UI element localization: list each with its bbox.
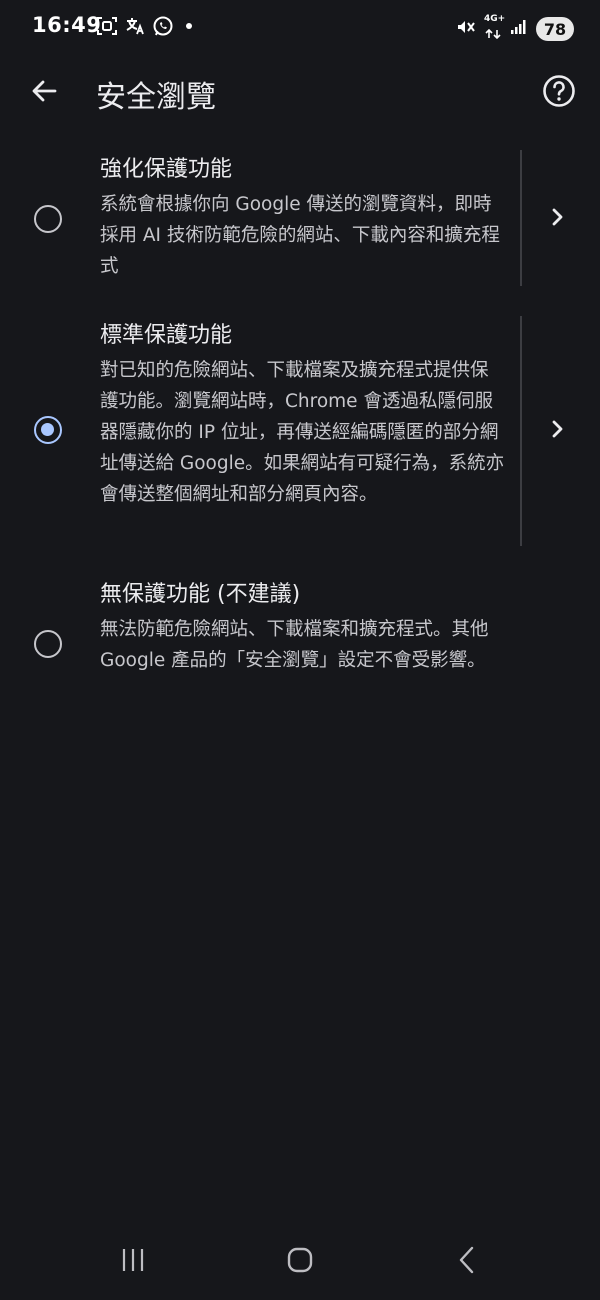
recent-apps-button[interactable] bbox=[108, 1242, 158, 1282]
screenshot-icon bbox=[96, 15, 118, 37]
option-text: 標準保護功能 對已知的危險網站、下載檔案及擴充程式提供保護功能。瀏覽網站時，Ch… bbox=[100, 321, 505, 510]
vertical-divider bbox=[520, 316, 522, 546]
notification-dot-icon bbox=[186, 23, 192, 29]
help-icon bbox=[542, 74, 576, 112]
option-title: 無保護功能 (不建議) bbox=[100, 582, 301, 607]
network-type-icon: 4G+ bbox=[484, 15, 505, 43]
chevron-left-icon bbox=[456, 1245, 478, 1279]
option-title: 強化保護功能 bbox=[100, 157, 233, 182]
vibrate-mute-icon bbox=[454, 16, 476, 42]
app-bar: 安全瀏覽 bbox=[0, 58, 600, 128]
standard-protection-details-button[interactable] bbox=[540, 414, 574, 448]
arrow-left-icon bbox=[30, 77, 58, 109]
vertical-divider bbox=[520, 150, 522, 286]
help-button[interactable] bbox=[538, 72, 580, 114]
option-description: 系統會根據你向 Google 傳送的瀏覽資料，即時採用 AI 技術防範危險的網站… bbox=[100, 194, 500, 277]
back-button[interactable] bbox=[24, 73, 64, 113]
radio-standard-protection[interactable] bbox=[34, 416, 62, 444]
whatsapp-icon bbox=[152, 15, 174, 37]
battery-indicator: 78 bbox=[536, 17, 574, 41]
status-system-icons: 4G+ 78 bbox=[454, 15, 574, 43]
enhanced-protection-details-button[interactable] bbox=[540, 202, 574, 236]
status-notification-icons bbox=[96, 15, 192, 37]
option-text: 強化保護功能 系統會根據你向 Google 傳送的瀏覽資料，即時採用 AI 技術… bbox=[100, 155, 505, 282]
option-title: 標準保護功能 bbox=[100, 323, 233, 348]
chevron-right-icon bbox=[547, 207, 567, 231]
radio-no-protection[interactable] bbox=[34, 630, 62, 658]
translate-icon bbox=[124, 15, 146, 37]
option-description: 無法防範危險網站、下載檔案和擴充程式。其他 Google 產品的「安全瀏覽」設定… bbox=[100, 619, 489, 671]
signal-icon bbox=[510, 18, 528, 40]
recent-apps-icon bbox=[119, 1247, 147, 1277]
option-no-protection[interactable]: 無保護功能 (不建議) 無法防範危險網站、下載檔案和擴充程式。其他 Google… bbox=[0, 578, 600, 718]
option-description: 對已知的危險網站、下載檔案及擴充程式提供保護功能。瀏覽網站時，Chrome 會透… bbox=[100, 360, 505, 505]
option-standard-protection[interactable]: 標準保護功能 對已知的危險網站、下載檔案及擴充程式提供保護功能。瀏覽網站時，Ch… bbox=[0, 316, 600, 546]
system-back-button[interactable] bbox=[442, 1242, 492, 1282]
page-title: 安全瀏覽 bbox=[96, 80, 216, 115]
home-button[interactable] bbox=[275, 1242, 325, 1282]
radio-enhanced-protection[interactable] bbox=[34, 205, 62, 233]
status-bar: 16:49 4G+ 78 bbox=[0, 0, 600, 58]
option-enhanced-protection[interactable]: 強化保護功能 系統會根據你向 Google 傳送的瀏覽資料，即時採用 AI 技術… bbox=[0, 150, 600, 286]
option-text: 無保護功能 (不建議) 無法防範危險網站、下載檔案和擴充程式。其他 Google… bbox=[100, 580, 505, 676]
home-icon bbox=[286, 1246, 314, 1278]
status-time: 16:49 bbox=[32, 13, 102, 37]
chevron-right-icon bbox=[547, 419, 567, 443]
system-navigation-bar bbox=[0, 1230, 600, 1300]
